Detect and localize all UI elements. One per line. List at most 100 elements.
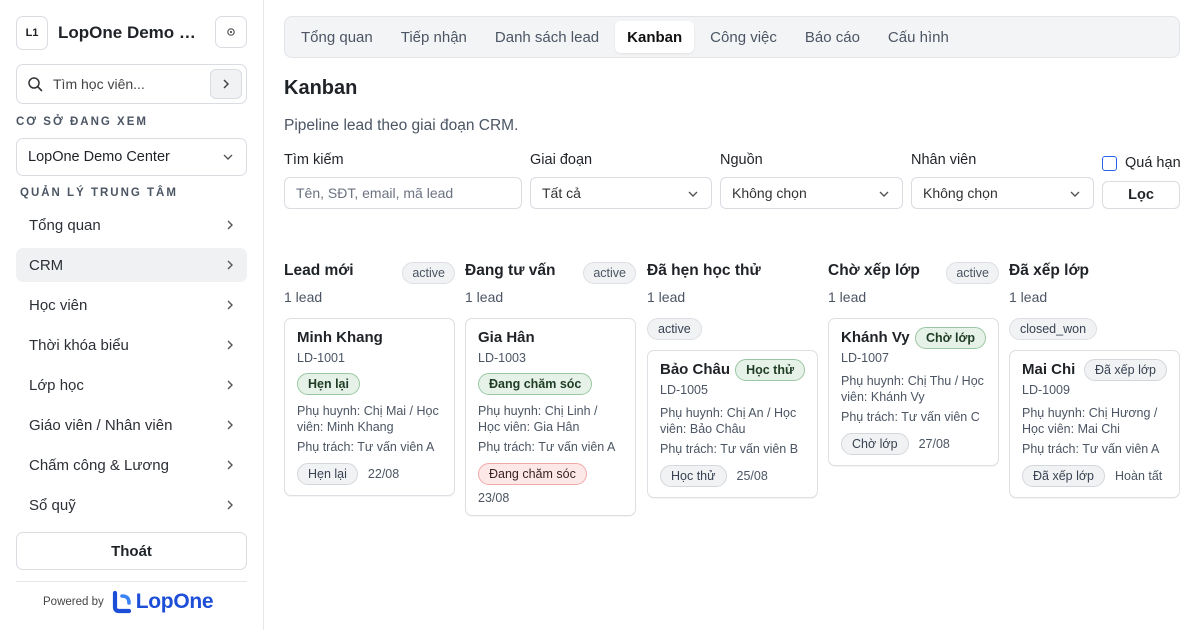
lead-status-badge: Chờ lớp (914, 327, 986, 349)
settings-button[interactable] (215, 16, 247, 48)
crm-tabs: Tổng quan Tiếp nhận Danh sách lead Kanba… (284, 16, 1180, 58)
lead-followup-tag: Học thử (660, 465, 727, 487)
lead-owner: Phụ trách: Tư vấn viên B (660, 442, 799, 456)
stage-filter-label: Giai đoạn (530, 152, 593, 168)
lead-card[interactable]: Mai Chi Đã xếp lớp LD-1009 Phụ huynh: Ch… (1009, 350, 1180, 498)
sidebar-divider (16, 581, 247, 582)
sidebar-item-label: Chấm công & Lương (29, 456, 169, 474)
tab-tasks[interactable]: Công việc (698, 21, 789, 53)
lead-search-input[interactable] (296, 185, 521, 201)
column-status-badge: active (402, 262, 455, 284)
chevron-down-icon (688, 191, 698, 197)
overdue-checkbox[interactable] (1102, 155, 1117, 171)
sidebar-item-crm[interactable]: CRM (16, 248, 247, 282)
chevron-down-icon (223, 154, 233, 160)
lead-parent-info: Phụ huynh: Chị Linh / Học viên: Gia Hân (478, 404, 598, 434)
column-title: Đang tư vấn (465, 262, 556, 279)
column-status-badge: active (946, 262, 999, 284)
chevron-right-icon (227, 260, 233, 270)
overdue-filter[interactable]: Quá hạn (1102, 155, 1181, 171)
chevron-right-icon (227, 300, 233, 310)
tab-reports[interactable]: Báo cáo (793, 21, 872, 53)
search-submit-button[interactable] (210, 69, 242, 99)
lopone-logo[interactable]: LopOne (112, 590, 214, 614)
sidebar-item-staff[interactable]: Giáo viên / Nhân viên (16, 408, 247, 442)
lead-card[interactable]: Minh Khang LD-1001 Hẹn lại Phụ huynh: Ch… (284, 318, 455, 496)
tab-kanban[interactable]: Kanban (615, 21, 695, 53)
chevron-right-icon (223, 79, 230, 89)
sidebar-item-label: Lớp học (29, 376, 84, 394)
lead-parent-info: Phụ huynh: Chị Thu / Học viên: Khánh Vy (841, 374, 984, 404)
sidebar-item-label: Học viên (29, 296, 88, 314)
lead-code: LD-1007 (841, 351, 889, 365)
lopone-logo-icon (112, 590, 131, 614)
column-count: 1 lead (284, 289, 323, 305)
staff-select-value: Không chọn (923, 185, 998, 201)
lead-owner: Phụ trách: Tư vấn viên A (297, 440, 435, 454)
brand-logo[interactable]: L1 (16, 16, 48, 50)
source-select[interactable]: Không chọn (720, 177, 903, 209)
column-count: 1 lead (647, 289, 686, 305)
sidebar-item-cashbook[interactable]: Sổ quỹ (16, 488, 247, 522)
student-search-input[interactable] (53, 76, 203, 92)
logout-button[interactable]: Thoát (16, 532, 247, 570)
lead-followup-tag: Đã xếp lớp (1022, 465, 1106, 487)
manage-section-label: QUẢN LÝ TRUNG TÂM (20, 187, 178, 199)
sidebar-item-label: Giáo viên / Nhân viên (29, 416, 173, 434)
lead-followup-date: 25/08 (736, 469, 768, 483)
staff-filter-label: Nhân viên (911, 152, 977, 168)
center-select-value: LopOne Demo Center (28, 149, 170, 165)
lead-card[interactable]: Khánh Vy Chờ lớp LD-1007 Phụ huynh: Chị … (828, 318, 999, 466)
sidebar-item-label: CRM (29, 256, 64, 274)
lead-card[interactable]: Gia Hân LD-1003 Đang chăm sóc Phụ huynh:… (465, 318, 636, 516)
chevron-right-icon (227, 500, 233, 510)
chevron-right-icon (227, 380, 233, 390)
lead-parent-info: Phụ huynh: Chị An / Học viên: Bảo Châu (660, 406, 797, 436)
column-title: Chờ xếp lớp (828, 262, 920, 279)
filter-button[interactable]: Lọc (1102, 181, 1180, 209)
lopone-logo-text: LopOne (135, 590, 214, 613)
column-count: 1 lead (828, 289, 867, 305)
staff-select[interactable]: Không chọn (911, 177, 1094, 209)
chevron-down-icon (1070, 191, 1080, 197)
sidebar-nav: Tổng quan CRM Học viên Thời khóa biểu Lớ… (16, 208, 247, 528)
lead-parent-info: Phụ huynh: Chị Hương / Học viên: Mai Chi (1022, 406, 1158, 436)
tab-intake[interactable]: Tiếp nhận (389, 21, 479, 53)
stage-select[interactable]: Tất cả (530, 177, 712, 209)
column-title: Lead mới (284, 262, 354, 279)
tab-overview[interactable]: Tổng quan (289, 21, 385, 53)
column-title: Đã hẹn học thử (647, 262, 761, 279)
lead-status-badge: Hẹn lại (297, 373, 360, 395)
lead-card[interactable]: Bảo Châu Học thử LD-1005 Phụ huynh: Chị … (647, 350, 818, 498)
overdue-label: Quá hạn (1125, 155, 1181, 171)
column-title: Đã xếp lớp (1009, 262, 1089, 279)
sidebar-item-timetable[interactable]: Thời khóa biểu (16, 328, 247, 362)
lead-name: Gia Hân (478, 329, 535, 346)
student-search (16, 64, 247, 104)
lead-owner: Phụ trách: Tư vấn viên C (841, 410, 980, 424)
chevron-right-icon (227, 460, 233, 470)
sidebar-item-classes[interactable]: Lớp học (16, 368, 247, 402)
tab-lead-list[interactable]: Danh sách lead (483, 21, 611, 53)
powered-by-label: Powered by (43, 596, 104, 608)
chevron-down-icon (879, 191, 889, 197)
chevron-right-icon (227, 340, 233, 350)
brand-header: L1 LopOne Demo Center (16, 16, 247, 50)
lead-followup-date: 22/08 (367, 467, 400, 481)
column-count: 1 lead (1009, 289, 1048, 305)
lead-status-badge: Học thử (735, 359, 805, 381)
center-select[interactable]: LopOne Demo Center (16, 138, 247, 176)
source-filter-label: Nguồn (720, 152, 763, 168)
sidebar-item-label: Thời khóa biểu (29, 336, 129, 354)
sidebar-item-payroll[interactable]: Chấm công & Lương (16, 448, 247, 482)
lead-code: LD-1001 (297, 351, 345, 365)
sidebar-item-students[interactable]: Học viên (16, 288, 247, 322)
lead-followup-tag: Hẹn lại (297, 463, 358, 485)
lead-owner: Phụ trách: Tư vấn viên A (478, 440, 616, 454)
search-icon (28, 77, 43, 92)
page-title: Kanban (284, 77, 358, 99)
sidebar-item-overview[interactable]: Tổng quan (16, 208, 247, 242)
column-stage-pill: active (647, 318, 702, 340)
tab-settings[interactable]: Cấu hình (876, 21, 961, 53)
lead-owner: Phụ trách: Tư vấn viên A (1022, 442, 1160, 456)
